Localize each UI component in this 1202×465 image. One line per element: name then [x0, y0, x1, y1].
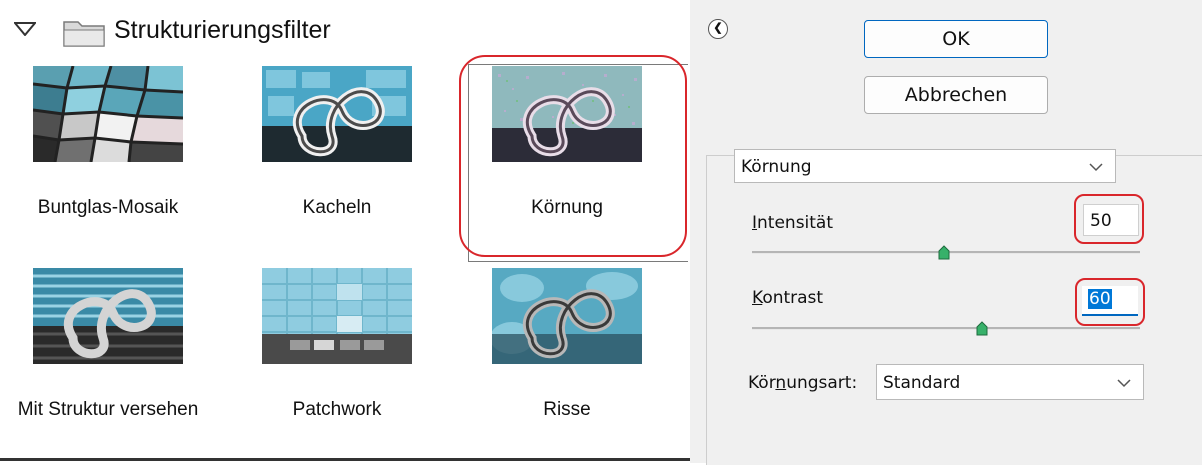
contrast-label: Kontrast [752, 288, 824, 308]
filter-group-title: Strukturierungsfilter [114, 16, 331, 44]
folder-icon [63, 21, 105, 47]
filter-group-header[interactable]: Strukturierungsfilter [0, 8, 690, 48]
contrast-slider-handle[interactable] [976, 321, 988, 337]
highlight-oval-contrast [1075, 278, 1145, 326]
filter-gallery: Strukturierungsfilter Buntglas-Mosaik Ka… [0, 0, 690, 463]
intensity-label: Intensität [752, 213, 834, 233]
thumbnail-patchwork[interactable] [262, 268, 412, 364]
gallery-bottom-border [0, 458, 690, 461]
filter-select[interactable]: Körnung [734, 149, 1116, 183]
thumbnail-kacheln[interactable] [262, 66, 412, 162]
thumbnail-label-risse: Risse [543, 399, 591, 420]
thumbnail-buntglas-mosaik[interactable] [33, 66, 183, 162]
grain-type-select[interactable]: Standard [876, 364, 1144, 400]
thumbnail-label-patchwork: Patchwork [292, 399, 382, 420]
settings-pane: ❮ OK Abbrechen Körnung Intensität 50 Kon… [690, 0, 1202, 465]
contrast-slider-track[interactable] [752, 327, 1140, 330]
intensity-slider-handle[interactable] [938, 245, 950, 261]
filter-select-value: Körnung [741, 157, 812, 177]
ok-button[interactable]: OK [864, 20, 1048, 58]
highlight-oval-intensity [1074, 194, 1144, 244]
thumbnail-label-kacheln: Kacheln [302, 197, 372, 218]
thumbnail-label-buntglas-mosaik: Buntglas-Mosaik [37, 197, 179, 218]
collapse-gallery-icon[interactable]: ❮ [708, 19, 728, 39]
expand-triangle-icon[interactable] [14, 22, 36, 36]
chevron-down-icon [1089, 163, 1103, 172]
chevron-down-icon [1117, 379, 1131, 388]
cancel-button[interactable]: Abbrechen [864, 76, 1048, 114]
thumbnail-label-mit-struktur-versehen: Mit Struktur versehen [17, 399, 199, 420]
thumbnail-risse[interactable] [492, 268, 642, 364]
grain-type-value: Standard [883, 373, 961, 393]
thumbnail-mit-struktur-versehen[interactable] [33, 268, 183, 364]
highlight-oval-koernung [459, 55, 687, 257]
grain-type-label: Körnungsart: [748, 373, 858, 393]
